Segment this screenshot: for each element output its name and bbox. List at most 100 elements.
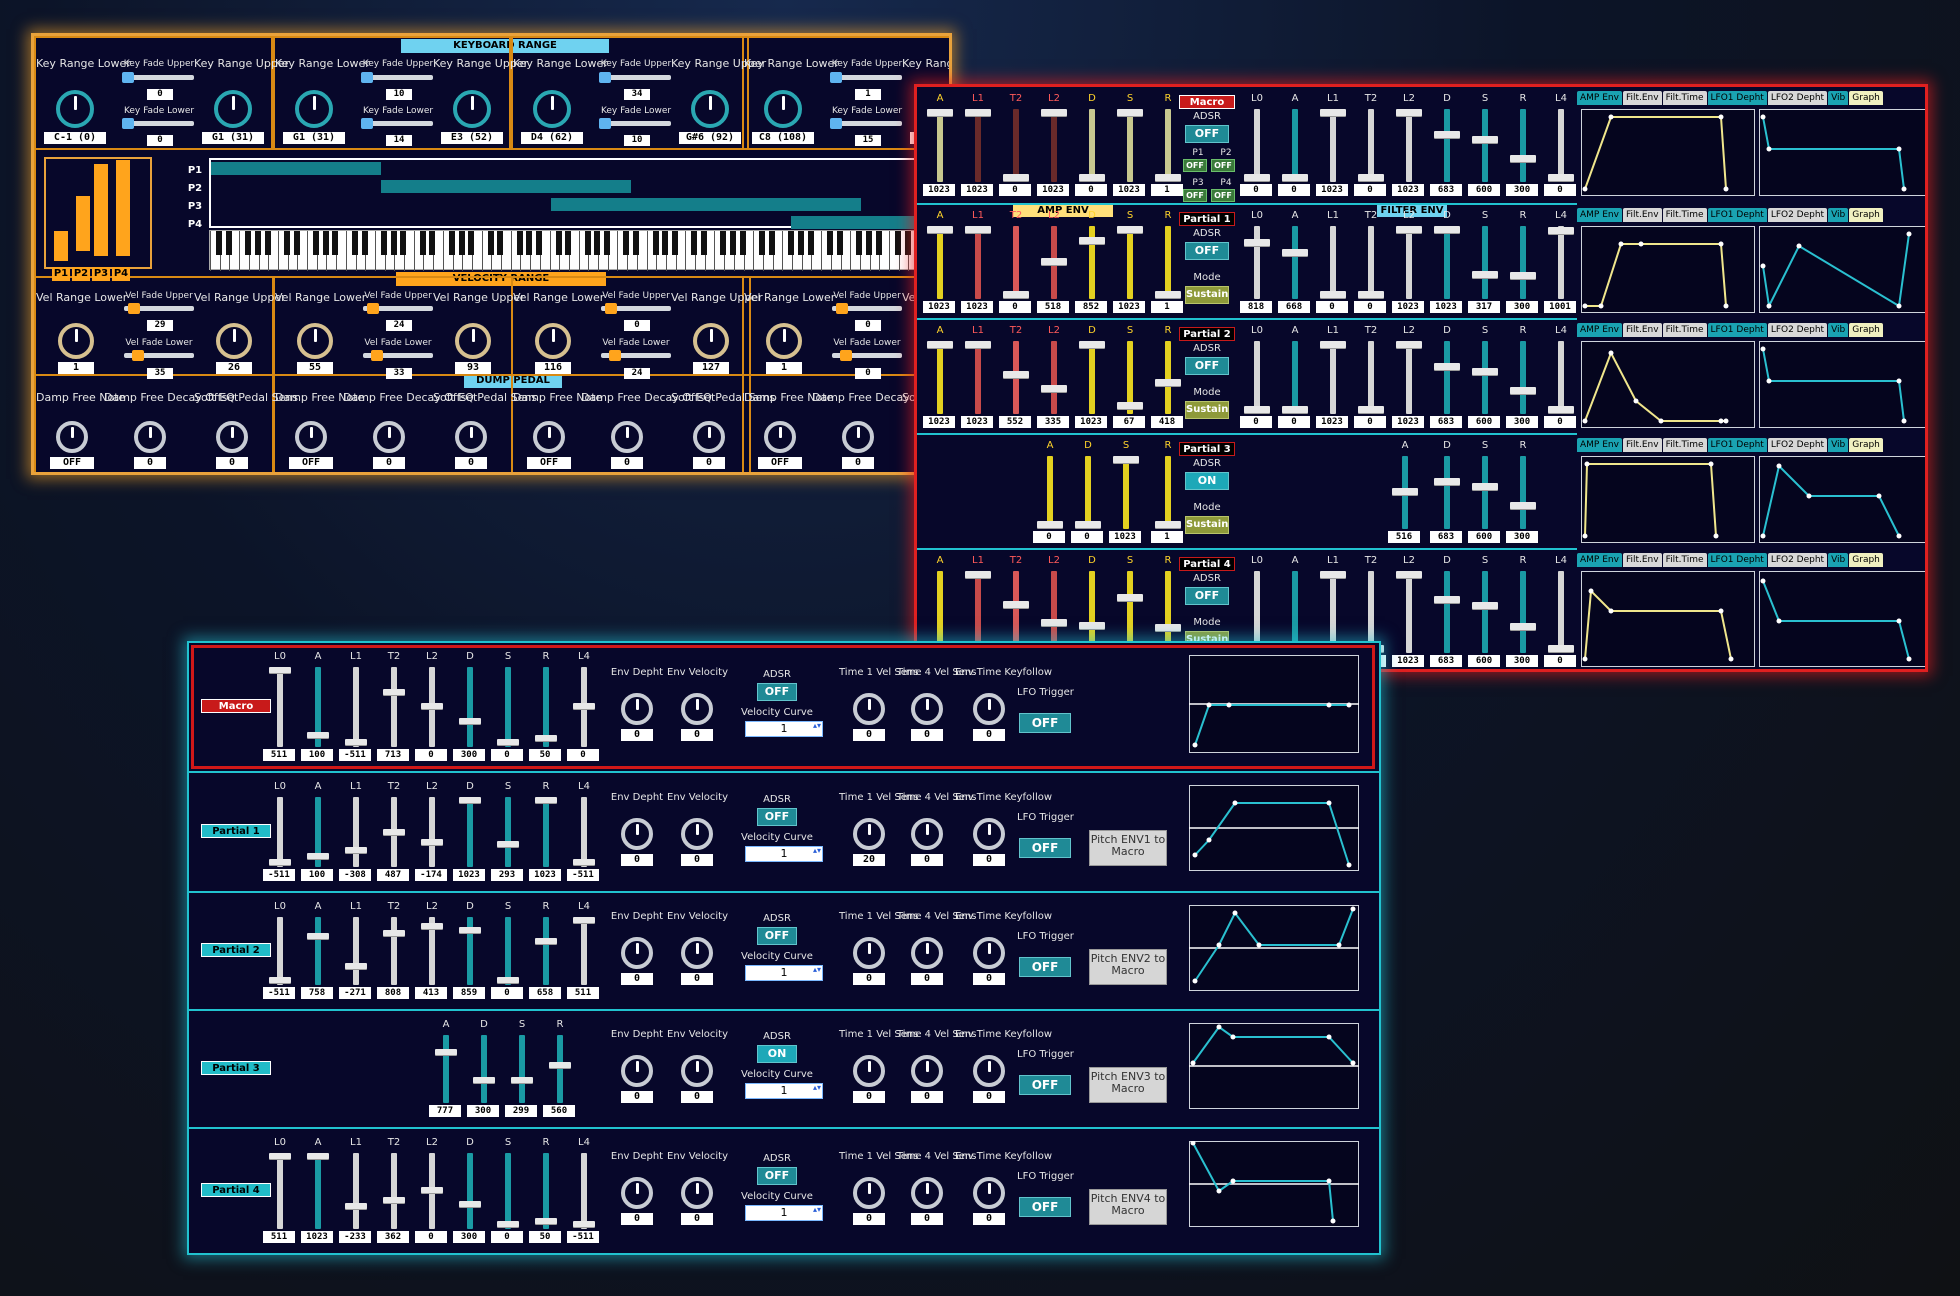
damp-decay-knob[interactable] (842, 421, 874, 453)
filter-slider-track[interactable] (1520, 109, 1526, 182)
filter-slider-cap[interactable] (1434, 226, 1460, 233)
tab-vib[interactable]: Vib (1828, 91, 1849, 105)
adsr-toggle[interactable]: OFF (757, 1167, 797, 1185)
tab-vib[interactable]: Vib (1828, 438, 1849, 452)
key-fade-upper-slider[interactable] (124, 75, 194, 80)
filter-slider-cap[interactable] (1244, 239, 1270, 247)
vel-lower-knob[interactable] (58, 323, 94, 359)
pitch-slider-track[interactable] (519, 1035, 525, 1103)
envelope-point[interactable] (1608, 350, 1614, 356)
env-depth-knob[interactable] (621, 937, 653, 969)
envelope-point[interactable] (1582, 303, 1588, 309)
pitch-slider-track[interactable] (467, 667, 473, 747)
pitch-slider-track[interactable] (543, 797, 549, 867)
envelope-point[interactable] (1226, 702, 1232, 708)
amp-slider-track[interactable] (937, 226, 943, 299)
black-key[interactable] (652, 231, 659, 255)
filter-slider-cap[interactable] (1472, 367, 1498, 375)
tab-filt-time[interactable]: Filt.Time (1662, 553, 1707, 567)
black-key[interactable] (400, 231, 407, 255)
black-key[interactable] (322, 231, 329, 255)
damp-note-knob[interactable] (56, 421, 88, 453)
pitch-slider-cap[interactable] (383, 688, 405, 695)
pitch-slider-cap[interactable] (535, 1217, 557, 1224)
slider-thumb[interactable] (128, 303, 140, 314)
filter-slider-cap[interactable] (1472, 482, 1498, 490)
pitch-slider-track[interactable] (315, 917, 321, 985)
key-fade-upper-slider[interactable] (832, 75, 902, 80)
velocity-curve-select[interactable]: 1 (745, 721, 823, 737)
tab-lfo2-depht[interactable]: LFO2 Depht (1767, 438, 1828, 452)
envelope-point[interactable] (1346, 702, 1352, 708)
keyfollow-knob[interactable] (973, 1177, 1005, 1209)
pitch-slider-cap[interactable] (307, 932, 329, 939)
amp-slider-cap[interactable] (1155, 173, 1181, 181)
envelope-point[interactable] (1326, 800, 1332, 806)
pitch-slider-cap[interactable] (269, 977, 291, 983)
envelope-point[interactable] (1216, 1188, 1222, 1194)
pitch-slider-track[interactable] (391, 917, 397, 985)
mode-button[interactable]: Sustain (1185, 401, 1229, 419)
black-key[interactable] (633, 231, 640, 255)
adsr-toggle[interactable]: OFF (1185, 587, 1229, 605)
black-key[interactable] (380, 231, 387, 255)
envelope-point[interactable] (1582, 186, 1588, 192)
envelope-point[interactable] (1906, 231, 1912, 237)
envelope-point[interactable] (1350, 1060, 1356, 1066)
env-velocity-knob[interactable] (681, 937, 713, 969)
pitch-slider-track[interactable] (581, 917, 587, 985)
amp-slider-cap[interactable] (1155, 290, 1181, 298)
pitch-slider-track[interactable] (353, 1153, 359, 1229)
env-velocity-knob[interactable] (681, 1055, 713, 1087)
pitch-slider-track[interactable] (353, 797, 359, 867)
pitch-slider-cap[interactable] (573, 859, 595, 865)
pitch-slider-track[interactable] (505, 667, 511, 747)
pitch-slider-track[interactable] (429, 797, 435, 867)
amp-slider-track[interactable] (1127, 109, 1133, 182)
pitch-env-to-macro-button[interactable]: Pitch ENV1 to Macro (1089, 830, 1167, 866)
envelope-point[interactable] (1760, 114, 1766, 120)
envelope-point[interactable] (1216, 1024, 1222, 1030)
velocity-curve-select[interactable]: 1 (745, 1083, 823, 1099)
filter-slider-cap[interactable] (1472, 270, 1498, 278)
envelope-point[interactable] (1760, 578, 1766, 584)
filter-slider-track[interactable] (1444, 109, 1450, 182)
filter-slider-track[interactable] (1444, 456, 1450, 529)
amp-slider-track[interactable] (1047, 456, 1053, 529)
velocity-curve-select[interactable]: 1 (745, 965, 823, 981)
black-key[interactable] (225, 231, 232, 255)
amp-slider-cap[interactable] (1117, 226, 1143, 233)
mode-button[interactable]: Sustain (1185, 516, 1229, 534)
time4-knob[interactable] (911, 1177, 943, 1209)
slider-thumb[interactable] (840, 350, 852, 361)
black-key[interactable] (419, 231, 426, 255)
amp-slider-cap[interactable] (1075, 521, 1101, 528)
velocity-curve-select[interactable]: 1 (745, 1205, 823, 1221)
tab-vib[interactable]: Vib (1828, 553, 1849, 567)
filter-slider-track[interactable] (1444, 341, 1450, 414)
tab-amp-env[interactable]: AMP Env (1577, 323, 1622, 337)
envelope-point[interactable] (1584, 461, 1590, 467)
black-key[interactable] (662, 231, 669, 255)
pitch-slider-cap[interactable] (383, 1196, 405, 1203)
black-key[interactable] (361, 231, 368, 255)
piano-keyboard[interactable] (209, 230, 940, 271)
soft-eq-knob[interactable] (216, 421, 248, 453)
filter-slider-cap[interactable] (1510, 271, 1536, 279)
filter-slider-cap[interactable] (1548, 174, 1574, 181)
filter-slider-track[interactable] (1444, 226, 1450, 299)
key-fade-lower-slider[interactable] (601, 121, 671, 126)
slider-thumb[interactable] (830, 118, 842, 129)
amp-slider-track[interactable] (1127, 226, 1133, 299)
soft-eq-knob[interactable] (693, 421, 725, 453)
adsr-toggle[interactable]: OFF (1185, 125, 1229, 143)
pitch-slider-cap[interactable] (307, 731, 329, 738)
envelope-point[interactable] (1760, 263, 1766, 269)
envelope-point[interactable] (1230, 1034, 1236, 1040)
filter-slider-track[interactable] (1254, 109, 1260, 182)
damp-note-knob[interactable] (295, 421, 327, 453)
pitch-slider-track[interactable] (505, 1153, 511, 1229)
filter-slider-track[interactable] (1368, 226, 1374, 299)
black-key[interactable] (895, 231, 901, 255)
pitch-slider-cap[interactable] (269, 667, 291, 673)
